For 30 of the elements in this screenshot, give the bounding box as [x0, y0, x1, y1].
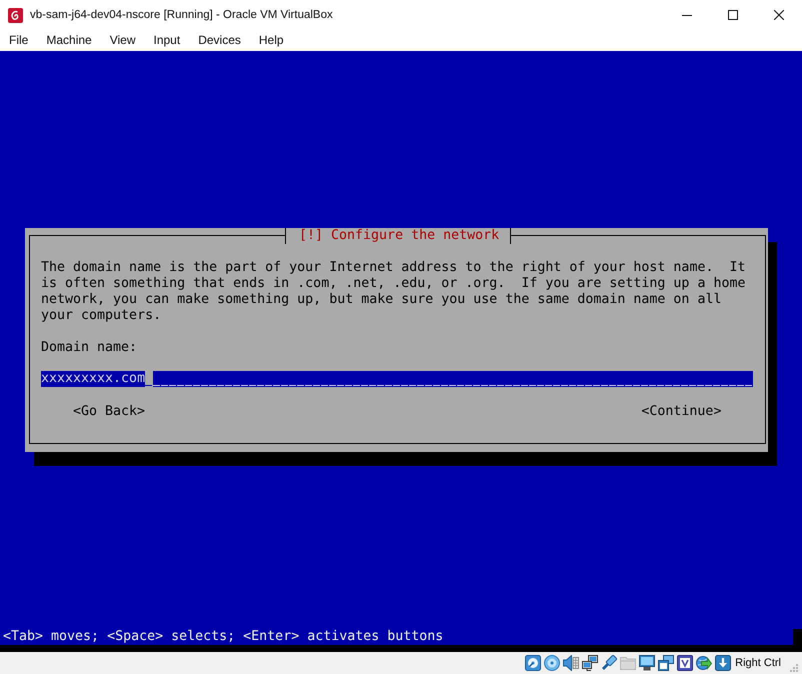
chip-icon[interactable] [677, 655, 694, 671]
dialog-button[interactable]: <Continue> [641, 404, 722, 420]
text-cursor [145, 371, 154, 387]
menu-item[interactable]: Help [250, 30, 293, 51]
stacked-screens-icon[interactable] [658, 655, 674, 671]
swirl-icon [8, 8, 23, 22]
menu-item[interactable]: Input [144, 30, 190, 51]
speaker-icon[interactable] [563, 655, 580, 671]
menu-item[interactable]: View [100, 30, 144, 51]
menu-item[interactable]: Devices [189, 30, 250, 51]
menu-item[interactable]: File [0, 30, 38, 51]
menu-item[interactable]: Machine [37, 30, 101, 51]
disc-icon[interactable] [544, 655, 560, 671]
dialog-button[interactable]: <Go Back> [73, 404, 146, 420]
monitor-icon[interactable] [639, 655, 656, 671]
network-icon[interactable] [582, 655, 598, 671]
dialog-title: [!] Configure the network [285, 228, 512, 244]
window-title: vb-sam-j64-dev04-nscore [Running] - Oracle VM VirtualBox [30, 9, 333, 21]
resize-grip-icon[interactable] [789, 663, 798, 672]
close-icon [774, 10, 784, 20]
field-value: xxxxxxxxx.com [41, 371, 146, 387]
hard-disk-icon[interactable] [525, 655, 542, 671]
field-label: Domain name: [41, 340, 138, 356]
host-key-label: Right Ctrl [735, 657, 781, 669]
minimize-icon [682, 14, 692, 16]
key-help-text: <Tab> moves; <Space> selects; <Enter> activates buttons [3, 629, 444, 644]
domain-name-field[interactable]: xxxxxxxxx.com [41, 371, 754, 387]
plug-icon[interactable] [601, 655, 618, 671]
dialog-message: The domain name is the part of your Internet address to the right of your host name. It is often something that ends in .com, .net, .edu, or .org. If you are setting up a home network, you can make something up, but make sure you use the same domain name on all your computers. [41, 260, 746, 324]
maximize-icon [728, 10, 738, 20]
